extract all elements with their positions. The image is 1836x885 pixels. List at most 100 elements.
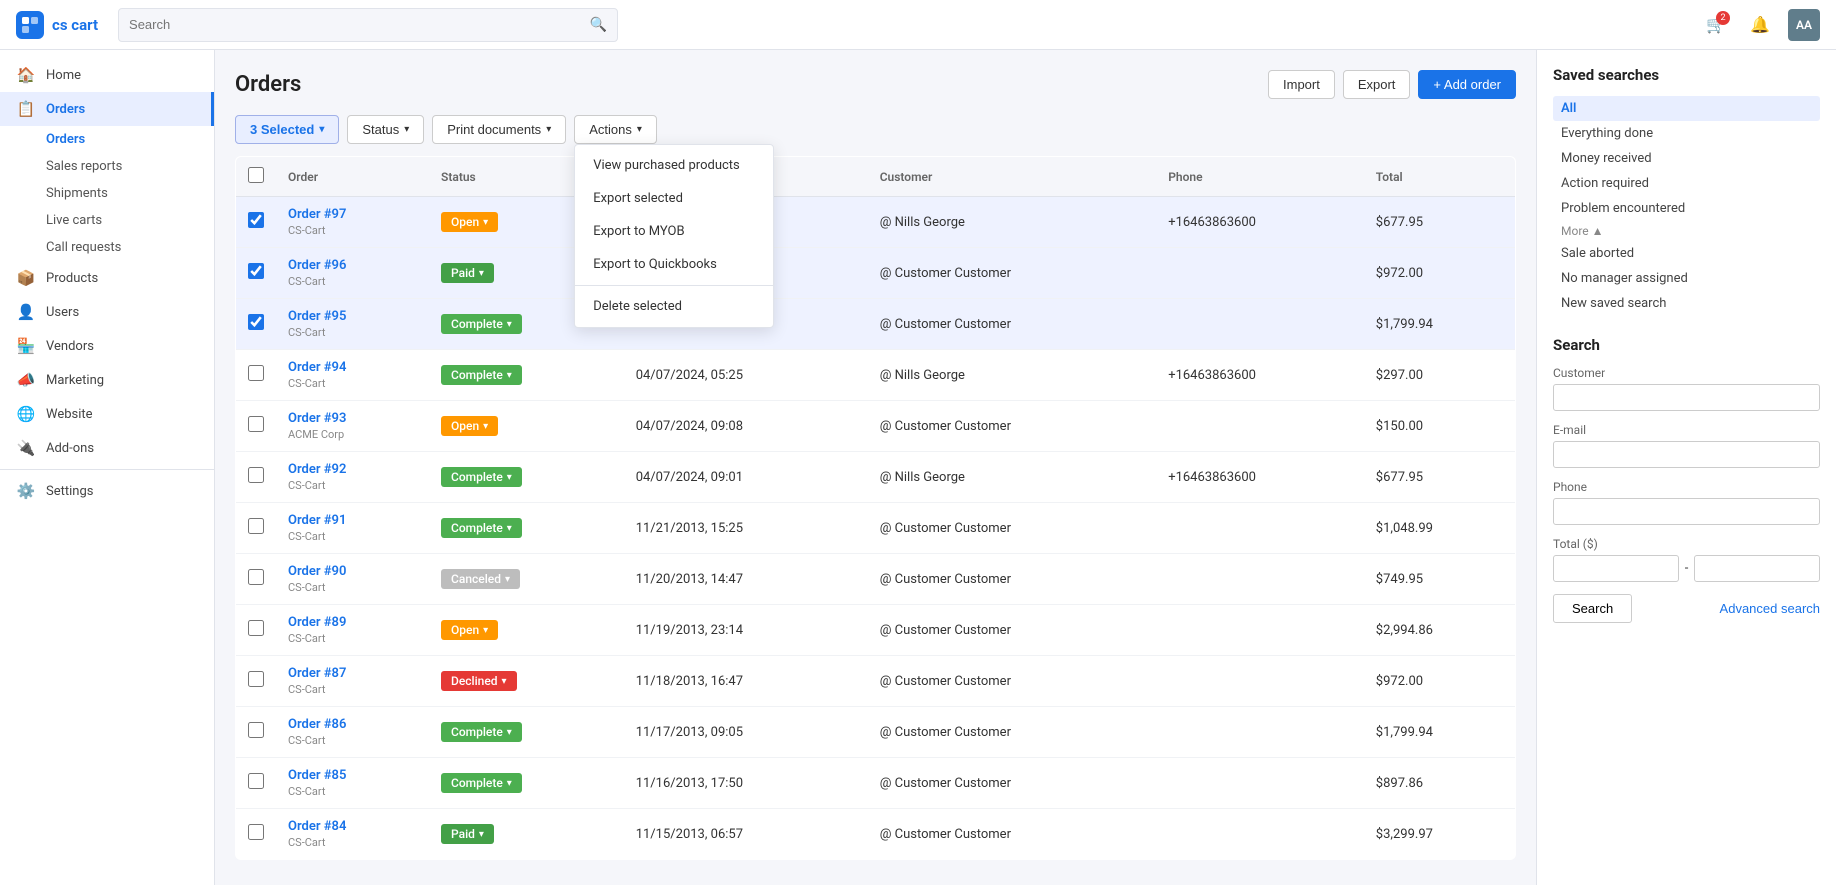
status-badge-87[interactable]: Declined ▾ xyxy=(441,671,517,691)
order-customer-94[interactable]: @ Nills George xyxy=(868,350,1156,401)
sidebar-sub-item-sales-reports[interactable]: Sales reports xyxy=(46,153,214,180)
menu-item-export-myob[interactable]: Export to MYOB xyxy=(575,215,773,248)
bell-icon[interactable]: 🔔 xyxy=(1744,9,1776,41)
advanced-search-button[interactable]: Advanced search xyxy=(1720,594,1820,623)
phone-input[interactable] xyxy=(1553,498,1820,525)
order-customer-93[interactable]: @ Customer Customer xyxy=(868,401,1156,452)
order-number-95[interactable]: Order #95 xyxy=(288,309,417,324)
search-button[interactable]: Search xyxy=(1553,594,1632,623)
notification-icon[interactable]: 🛒 2 xyxy=(1700,9,1732,41)
status-badge-90[interactable]: Canceled ▾ xyxy=(441,569,520,589)
status-badge-97[interactable]: Open ▾ xyxy=(441,212,498,232)
status-badge-95[interactable]: Complete ▾ xyxy=(441,314,522,334)
status-badge-86[interactable]: Complete ▾ xyxy=(441,722,522,742)
customer-input[interactable] xyxy=(1553,384,1820,411)
menu-item-export-quickbooks[interactable]: Export to Quickbooks xyxy=(575,248,773,281)
order-customer-89[interactable]: @ Customer Customer xyxy=(868,605,1156,656)
email-input[interactable] xyxy=(1553,441,1820,468)
order-number-85[interactable]: Order #85 xyxy=(288,768,417,783)
row-checkbox-93[interactable] xyxy=(248,416,264,432)
order-customer-90[interactable]: @ Customer Customer xyxy=(868,554,1156,605)
order-number-84[interactable]: Order #84 xyxy=(288,819,417,834)
saved-search-sale-aborted[interactable]: Sale aborted xyxy=(1553,241,1820,266)
order-customer-85[interactable]: @ Customer Customer xyxy=(868,758,1156,809)
status-button[interactable]: Status ▾ xyxy=(347,115,424,144)
menu-item-export-selected[interactable]: Export selected xyxy=(575,182,773,215)
order-number-94[interactable]: Order #94 xyxy=(288,360,417,375)
export-button[interactable]: Export xyxy=(1343,70,1411,99)
saved-search-more[interactable]: More ▲ xyxy=(1553,221,1820,241)
order-number-97[interactable]: Order #97 xyxy=(288,207,417,222)
import-button[interactable]: Import xyxy=(1268,70,1335,99)
selected-button[interactable]: 3 Selected ▾ xyxy=(235,115,339,144)
row-checkbox-91[interactable] xyxy=(248,518,264,534)
saved-search-everything-done[interactable]: Everything done xyxy=(1553,121,1820,146)
order-customer-91[interactable]: @ Customer Customer xyxy=(868,503,1156,554)
sidebar-item-vendors[interactable]: 🏪 Vendors xyxy=(0,329,214,363)
row-checkbox-94[interactable] xyxy=(248,365,264,381)
order-customer-95[interactable]: @ Customer Customer xyxy=(868,299,1156,350)
actions-button[interactable]: Actions ▾ xyxy=(574,115,657,144)
saved-search-problem-encountered[interactable]: Problem encountered xyxy=(1553,196,1820,221)
menu-item-delete-selected[interactable]: Delete selected xyxy=(575,290,773,323)
status-badge-91[interactable]: Complete ▾ xyxy=(441,518,522,538)
order-customer-84[interactable]: @ Customer Customer xyxy=(868,809,1156,860)
order-number-91[interactable]: Order #91 xyxy=(288,513,417,528)
logo[interactable]: cs cart xyxy=(16,11,98,39)
order-number-90[interactable]: Order #90 xyxy=(288,564,417,579)
order-customer-87[interactable]: @ Customer Customer xyxy=(868,656,1156,707)
sidebar-item-settings[interactable]: ⚙️ Settings xyxy=(0,474,214,508)
sidebar-sub-item-live-carts[interactable]: Live carts xyxy=(46,207,214,234)
sidebar-sub-item-shipments[interactable]: Shipments xyxy=(46,180,214,207)
row-checkbox-85[interactable] xyxy=(248,773,264,789)
order-number-86[interactable]: Order #86 xyxy=(288,717,417,732)
row-checkbox-87[interactable] xyxy=(248,671,264,687)
row-checkbox-92[interactable] xyxy=(248,467,264,483)
order-customer-86[interactable]: @ Customer Customer xyxy=(868,707,1156,758)
status-badge-89[interactable]: Open ▾ xyxy=(441,620,498,640)
row-checkbox-97[interactable] xyxy=(248,212,264,228)
status-badge-93[interactable]: Open ▾ xyxy=(441,416,498,436)
order-number-87[interactable]: Order #87 xyxy=(288,666,417,681)
sidebar-item-home[interactable]: 🏠 Home xyxy=(0,58,214,92)
user-avatar[interactable]: AA xyxy=(1788,9,1820,41)
order-customer-96[interactable]: @ Customer Customer xyxy=(868,248,1156,299)
row-checkbox-89[interactable] xyxy=(248,620,264,636)
sidebar-sub-item-call-requests[interactable]: Call requests xyxy=(46,234,214,261)
row-checkbox-84[interactable] xyxy=(248,824,264,840)
menu-item-view-products[interactable]: View purchased products xyxy=(575,149,773,182)
sidebar-item-addons[interactable]: 🔌 Add-ons xyxy=(0,431,214,465)
order-customer-92[interactable]: @ Nills George xyxy=(868,452,1156,503)
add-order-button[interactable]: + Add order xyxy=(1418,70,1516,99)
sidebar-item-orders[interactable]: 📋 Orders xyxy=(0,92,214,126)
saved-search-no-manager[interactable]: No manager assigned xyxy=(1553,266,1820,291)
status-badge-96[interactable]: Paid ▾ xyxy=(441,263,494,283)
sidebar-item-marketing[interactable]: 📣 Marketing xyxy=(0,363,214,397)
sidebar-item-users[interactable]: 👤 Users xyxy=(0,295,214,329)
status-badge-84[interactable]: Paid ▾ xyxy=(441,824,494,844)
order-customer-97[interactable]: @ Nills George xyxy=(868,197,1156,248)
print-button[interactable]: Print documents ▾ xyxy=(432,115,566,144)
sidebar-sub-item-orders[interactable]: Orders xyxy=(46,126,214,153)
order-number-93[interactable]: Order #93 xyxy=(288,411,417,426)
select-all-checkbox[interactable] xyxy=(248,167,264,183)
sidebar-item-products[interactable]: 📦 Products xyxy=(0,261,214,295)
status-badge-92[interactable]: Complete ▾ xyxy=(441,467,522,487)
order-number-89[interactable]: Order #89 xyxy=(288,615,417,630)
total-min-input[interactable] xyxy=(1553,555,1679,582)
row-checkbox-86[interactable] xyxy=(248,722,264,738)
sidebar-item-website[interactable]: 🌐 Website xyxy=(0,397,214,431)
row-checkbox-95[interactable] xyxy=(248,314,264,330)
status-badge-94[interactable]: Complete ▾ xyxy=(441,365,522,385)
saved-search-new[interactable]: New saved search xyxy=(1553,291,1820,316)
saved-search-money-received[interactable]: Money received xyxy=(1553,146,1820,171)
row-checkbox-90[interactable] xyxy=(248,569,264,585)
status-badge-85[interactable]: Complete ▾ xyxy=(441,773,522,793)
search-input[interactable] xyxy=(129,17,590,32)
order-number-96[interactable]: Order #96 xyxy=(288,258,417,273)
total-max-input[interactable] xyxy=(1694,555,1820,582)
saved-search-action-required[interactable]: Action required xyxy=(1553,171,1820,196)
saved-search-all[interactable]: All xyxy=(1553,96,1820,121)
order-number-92[interactable]: Order #92 xyxy=(288,462,417,477)
row-checkbox-96[interactable] xyxy=(248,263,264,279)
